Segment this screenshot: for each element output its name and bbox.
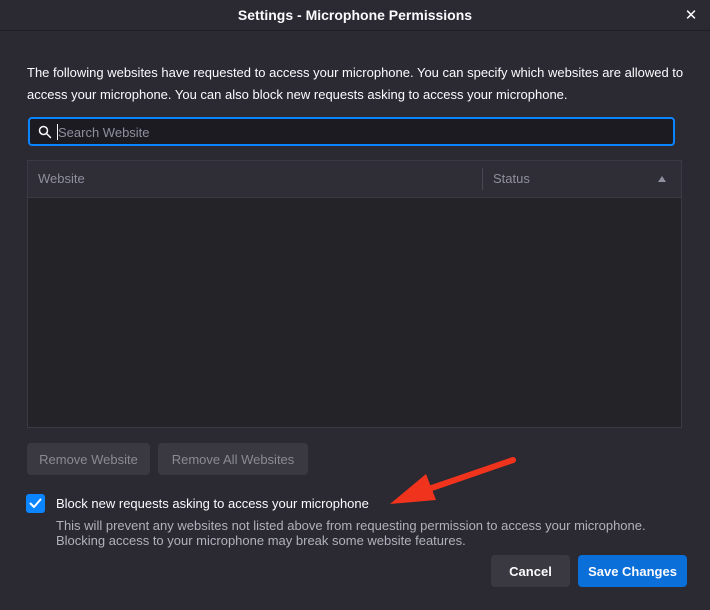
- title-bar: Settings - Microphone Permissions ✕: [0, 0, 710, 31]
- block-requests-description: This will prevent any websites not liste…: [56, 518, 646, 548]
- remove-all-websites-button[interactable]: Remove All Websites: [158, 443, 308, 475]
- sort-ascending-icon: [658, 176, 666, 182]
- search-input[interactable]: [56, 122, 660, 143]
- table-header: Website Status: [28, 161, 681, 198]
- window-title: Settings - Microphone Permissions: [237, 7, 473, 23]
- intro-text: The following websites have requested to…: [27, 65, 684, 102]
- save-changes-button[interactable]: Save Changes: [578, 555, 687, 587]
- table-body: [28, 198, 681, 427]
- search-box[interactable]: [28, 117, 675, 146]
- block-requests-checkbox[interactable]: [26, 494, 45, 513]
- column-divider[interactable]: [482, 168, 483, 190]
- close-icon[interactable]: ✕: [680, 4, 702, 26]
- block-requests-label[interactable]: Block new requests asking to access your…: [56, 496, 369, 511]
- annotation-arrow-icon: [390, 457, 516, 504]
- remove-website-button[interactable]: Remove Website: [27, 443, 150, 475]
- column-header-status[interactable]: Status: [493, 171, 530, 186]
- websites-table: Website Status: [27, 160, 682, 428]
- checkmark-icon: [29, 498, 42, 508]
- column-header-website[interactable]: Website: [38, 171, 85, 186]
- search-icon: [38, 125, 52, 139]
- cancel-button[interactable]: Cancel: [491, 555, 570, 587]
